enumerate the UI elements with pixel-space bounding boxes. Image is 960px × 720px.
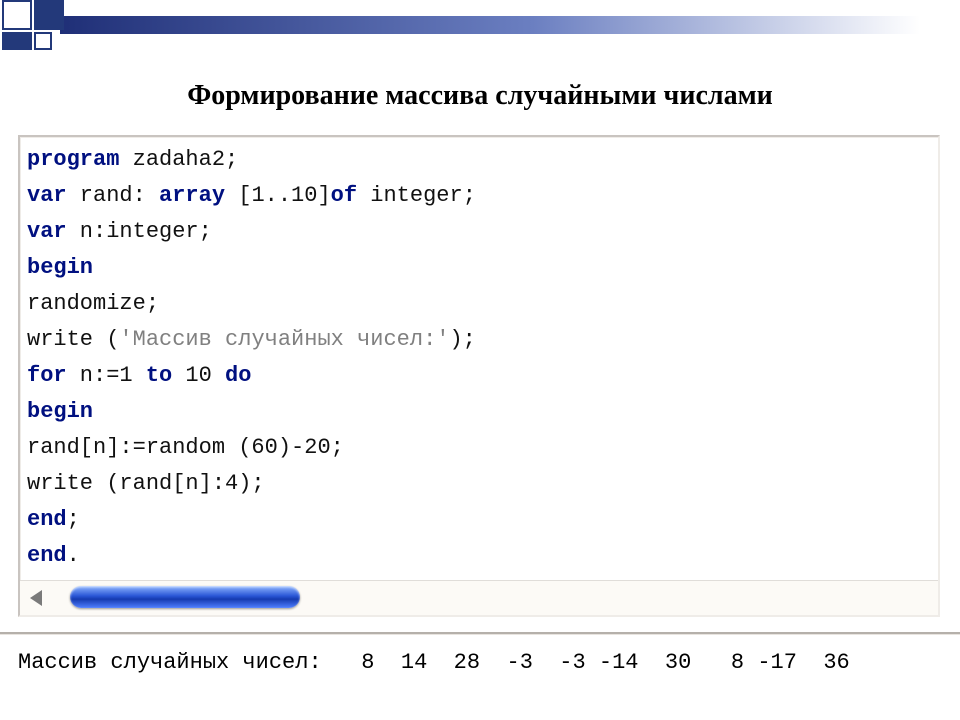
code-line: for n:=1 to 10 do <box>27 358 932 394</box>
code-content: program zadaha2; var rand: array [1..10]… <box>20 137 938 580</box>
horizontal-scrollbar[interactable] <box>20 580 938 615</box>
code-line: randomize; <box>27 286 932 322</box>
code-line: var rand: array [1..10]of integer; <box>27 178 932 214</box>
code-line: write ('Массив случайных чисел:'); <box>27 322 932 358</box>
code-line: write (rand[n]:4); <box>27 466 932 502</box>
program-output: Массив случайных чисел: 8 14 28 -3 -3 -1… <box>18 650 850 675</box>
divider-light <box>0 634 960 635</box>
code-line: var n:integer; <box>27 214 932 250</box>
gradient-bar <box>60 16 920 34</box>
deco-square-outline <box>2 0 32 30</box>
deco-square-fill <box>34 0 64 30</box>
scroll-left-icon[interactable] <box>30 590 42 606</box>
code-line: begin <box>27 394 932 430</box>
code-line: rand[n]:=random (60)-20; <box>27 430 932 466</box>
code-editor: program zadaha2; var rand: array [1..10]… <box>18 135 940 617</box>
code-line: program zadaha2; <box>27 142 932 178</box>
output-values: 8 14 28 -3 -3 -14 30 8 -17 36 <box>322 650 850 675</box>
corner-decoration <box>0 0 260 50</box>
output-label: Массив случайных чисел: <box>18 650 322 675</box>
code-line: end; <box>27 502 932 538</box>
deco-square-outline-small <box>34 32 52 50</box>
code-line: begin <box>27 250 932 286</box>
page-title: Формирование массива случайными числами <box>0 80 960 112</box>
code-line: end. <box>27 538 932 574</box>
deco-square-fill-small <box>2 32 32 50</box>
scrollbar-thumb[interactable] <box>70 586 300 608</box>
